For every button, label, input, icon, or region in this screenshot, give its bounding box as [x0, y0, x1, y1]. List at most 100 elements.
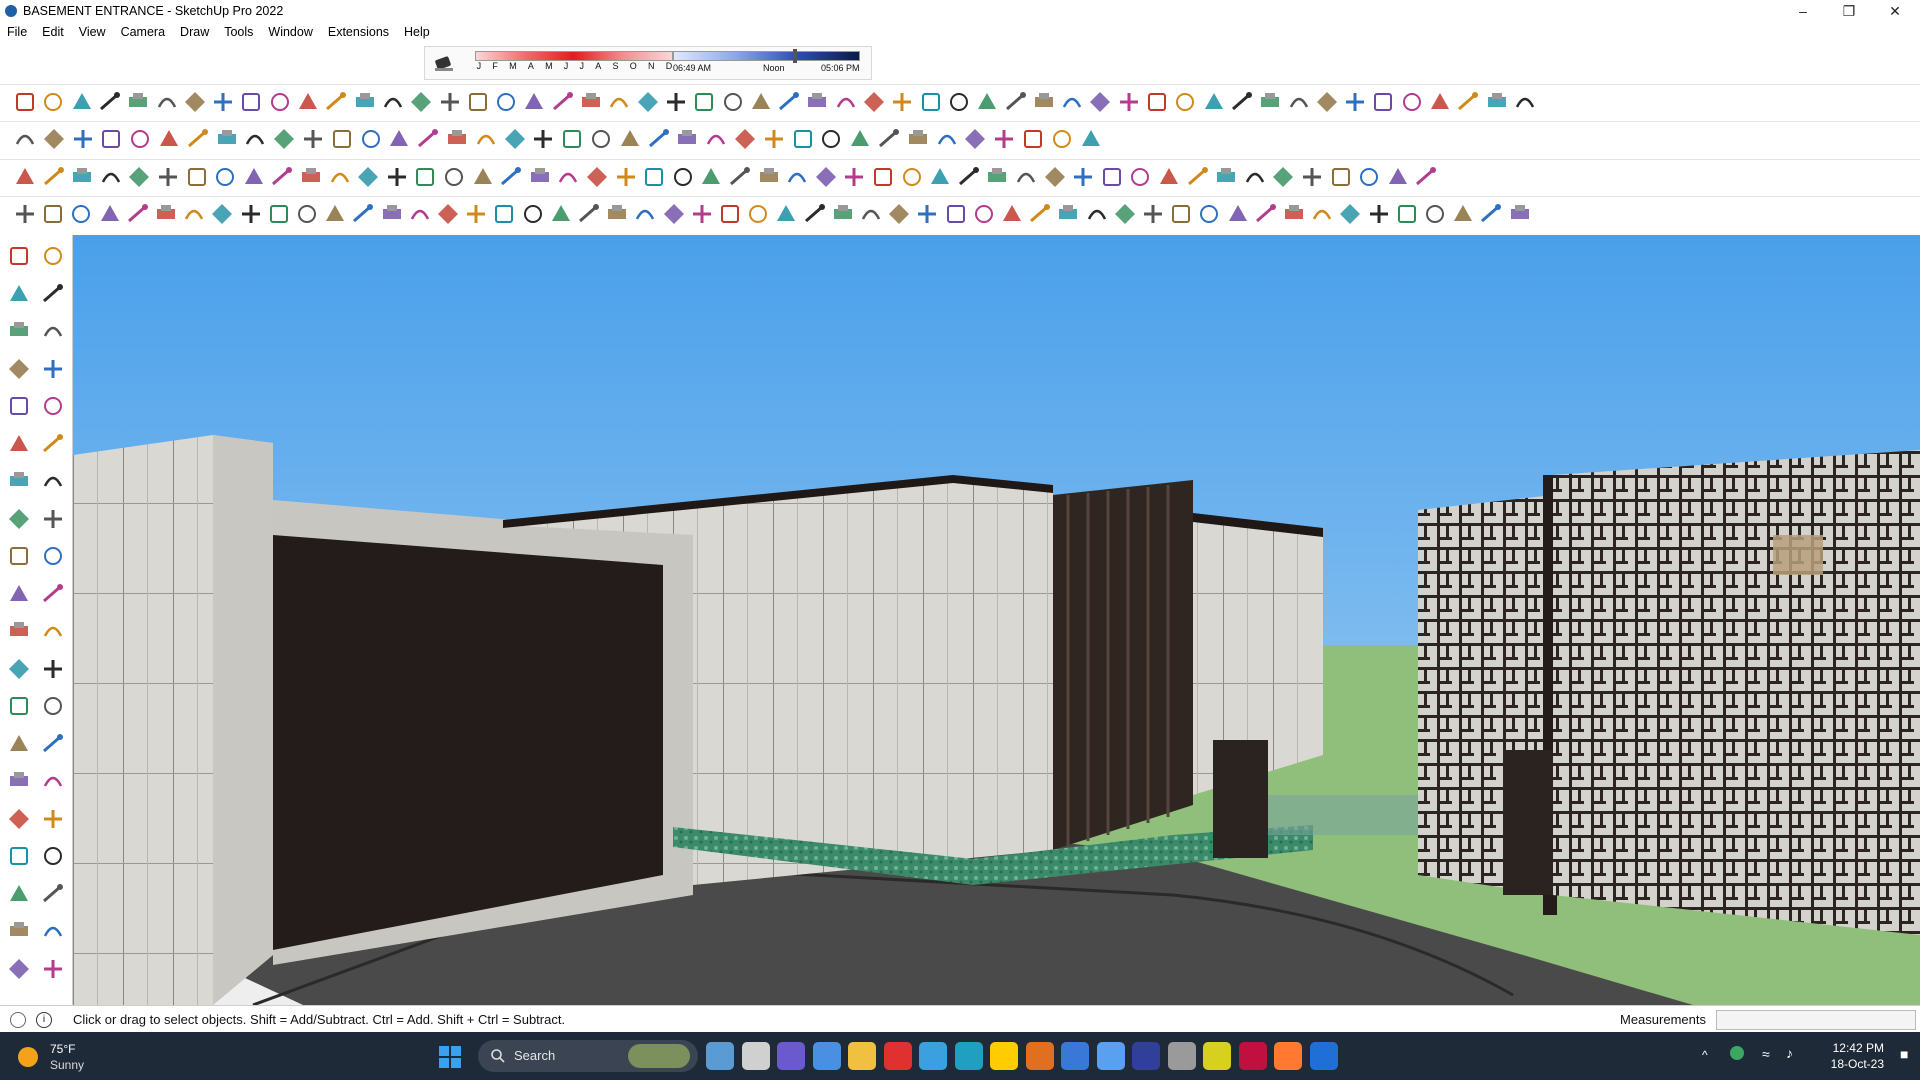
tool-icon[interactable]	[6, 393, 32, 419]
box-icon[interactable]	[352, 89, 378, 115]
move-icon[interactable]	[689, 201, 715, 227]
solid-icon[interactable]	[1087, 89, 1113, 115]
line-icon[interactable]	[1253, 201, 1279, 227]
move-icon[interactable]	[530, 126, 556, 152]
shape-icon[interactable]	[40, 693, 66, 719]
draw-icon[interactable]	[386, 126, 412, 152]
line-icon[interactable]	[727, 164, 753, 190]
line-icon[interactable]	[646, 126, 672, 152]
box-icon[interactable]	[1055, 201, 1081, 227]
line-icon[interactable]	[40, 581, 66, 607]
arc-icon[interactable]	[40, 918, 66, 944]
windows-start-icon[interactable]	[438, 1045, 462, 1069]
solid-icon[interactable]	[41, 126, 67, 152]
box-icon[interactable]	[1281, 201, 1307, 227]
box-icon[interactable]	[6, 468, 32, 494]
taskbar-app-icon[interactable]	[1238, 1042, 1267, 1070]
tool-icon[interactable]	[491, 201, 517, 227]
line-icon[interactable]	[1185, 164, 1211, 190]
close-button[interactable]: ✕	[1872, 0, 1918, 22]
time-slider-handle[interactable]	[793, 49, 797, 63]
box-icon[interactable]	[578, 89, 604, 115]
minimize-button[interactable]: –	[1780, 0, 1826, 22]
draw-icon[interactable]	[698, 164, 724, 190]
solid-icon[interactable]	[962, 126, 988, 152]
speaker-icon[interactable]: ♪	[1786, 1045, 1793, 1061]
box-icon[interactable]	[905, 126, 931, 152]
shape-icon[interactable]	[40, 243, 66, 269]
move-icon[interactable]	[384, 164, 410, 190]
line-icon[interactable]	[1478, 201, 1504, 227]
solid-icon[interactable]	[209, 201, 235, 227]
taskbar-app-icon[interactable]	[883, 1042, 912, 1070]
shape-icon[interactable]	[1356, 164, 1382, 190]
shape-icon[interactable]	[588, 126, 614, 152]
solid-icon[interactable]	[1112, 201, 1138, 227]
move-icon[interactable]	[155, 164, 181, 190]
taskbar-app-icon[interactable]	[919, 1042, 947, 1070]
taskbar-app-icon[interactable]	[1309, 1042, 1338, 1070]
arc-icon[interactable]	[1512, 89, 1538, 115]
system-clock[interactable]: 12:42 PM 18-Oct-23	[1820, 1040, 1884, 1072]
box-icon[interactable]	[830, 201, 856, 227]
move-icon[interactable]	[238, 201, 264, 227]
line-icon[interactable]	[876, 126, 902, 152]
solid-icon[interactable]	[6, 956, 32, 982]
arc-icon[interactable]	[1059, 89, 1085, 115]
draw-icon[interactable]	[6, 281, 32, 307]
arc-icon[interactable]	[40, 768, 66, 794]
box-icon[interactable]	[6, 318, 32, 344]
tool-icon[interactable]	[870, 164, 896, 190]
chevron-up-icon[interactable]: ^	[1702, 1048, 1708, 1062]
line-icon[interactable]	[125, 201, 151, 227]
menu-draw[interactable]: Draw	[173, 25, 217, 39]
solid-icon[interactable]	[661, 201, 687, 227]
arc-icon[interactable]	[473, 126, 499, 152]
line-icon[interactable]	[40, 731, 66, 757]
move-icon[interactable]	[1366, 201, 1392, 227]
tool-icon[interactable]	[238, 89, 264, 115]
arc-icon[interactable]	[40, 468, 66, 494]
tool-icon[interactable]	[1394, 201, 1420, 227]
arc-icon[interactable]	[1013, 164, 1039, 190]
tool-icon[interactable]	[1144, 89, 1170, 115]
tool-icon[interactable]	[641, 164, 667, 190]
box-icon[interactable]	[214, 126, 240, 152]
move-icon[interactable]	[761, 126, 787, 152]
arc-icon[interactable]	[327, 164, 353, 190]
arc-icon[interactable]	[555, 164, 581, 190]
draw-icon[interactable]	[69, 89, 95, 115]
line-icon[interactable]	[1413, 164, 1439, 190]
box-icon[interactable]	[674, 126, 700, 152]
line-icon[interactable]	[550, 89, 576, 115]
solid-icon[interactable]	[502, 126, 528, 152]
tool-icon[interactable]	[1099, 164, 1125, 190]
taskbar-search[interactable]: Search	[478, 1040, 698, 1072]
tool-icon[interactable]	[1168, 201, 1194, 227]
line-icon[interactable]	[40, 431, 66, 457]
solid-icon[interactable]	[6, 656, 32, 682]
shape-icon[interactable]	[1196, 201, 1222, 227]
tool-icon[interactable]	[1020, 126, 1046, 152]
arc-icon[interactable]	[1309, 201, 1335, 227]
arc-icon[interactable]	[242, 126, 268, 152]
move-icon[interactable]	[663, 89, 689, 115]
solid-icon[interactable]	[1337, 201, 1363, 227]
arc-icon[interactable]	[407, 201, 433, 227]
move-icon[interactable]	[300, 126, 326, 152]
arc-icon[interactable]	[858, 201, 884, 227]
menu-extensions[interactable]: Extensions	[321, 25, 397, 39]
draw-icon[interactable]	[847, 126, 873, 152]
measurements-input[interactable]	[1716, 1010, 1916, 1030]
draw-icon[interactable]	[97, 201, 123, 227]
line-icon[interactable]	[498, 164, 524, 190]
shape-icon[interactable]	[720, 89, 746, 115]
taskbar-app-icon[interactable]	[1167, 1042, 1196, 1070]
solid-icon[interactable]	[861, 89, 887, 115]
draw-icon[interactable]	[12, 164, 38, 190]
tool-icon[interactable]	[184, 164, 210, 190]
solid-icon[interactable]	[355, 164, 381, 190]
tool-icon[interactable]	[6, 543, 32, 569]
line-icon[interactable]	[185, 126, 211, 152]
draw-icon[interactable]	[927, 164, 953, 190]
